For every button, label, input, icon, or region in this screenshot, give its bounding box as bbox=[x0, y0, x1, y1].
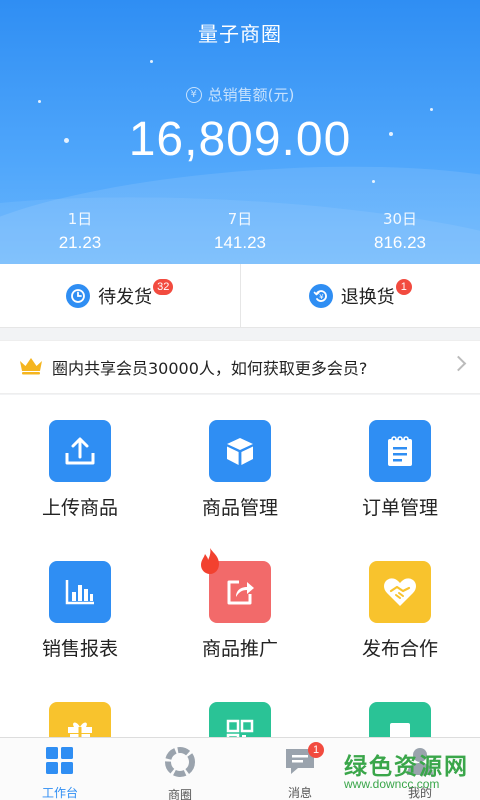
chevron-right-icon bbox=[450, 355, 467, 372]
box-icon bbox=[209, 420, 271, 482]
upload-product-item[interactable]: 上传商品 bbox=[0, 420, 160, 520]
gift-item[interactable] bbox=[0, 702, 160, 737]
tab-messages[interactable]: 1 消息 bbox=[240, 738, 360, 800]
pending-shipment-button[interactable]: 待发货 32 bbox=[0, 264, 240, 327]
square-icon bbox=[369, 702, 431, 737]
member-banner-text: 圈内共享会员30000人，如何获取更多会员? bbox=[52, 359, 368, 378]
crown-icon bbox=[18, 355, 44, 379]
sales-report-label: 销售报表 bbox=[41, 638, 118, 660]
svg-text:¥: ¥ bbox=[319, 293, 324, 301]
watermark-text: 绿色资源网 bbox=[344, 754, 469, 780]
share-icon bbox=[201, 548, 271, 623]
qr-code-item[interactable] bbox=[160, 702, 320, 737]
gift-icon bbox=[49, 702, 111, 737]
order-manage-item[interactable]: 订单管理 bbox=[320, 420, 480, 520]
circle-ring-icon bbox=[164, 746, 196, 782]
period-label: 7日 bbox=[227, 210, 253, 228]
tab-messages-label: 消息 bbox=[287, 786, 312, 800]
hot-fire-icon bbox=[201, 548, 219, 574]
period-7-days[interactable]: 7日 141.23 bbox=[160, 208, 320, 253]
total-sales-label: ¥ 总销售额(元) bbox=[0, 84, 480, 105]
tab-circle[interactable]: 商圈 bbox=[120, 738, 240, 800]
product-manage-label: 商品管理 bbox=[201, 497, 278, 519]
total-sales-label-text: 总销售额(元) bbox=[207, 86, 295, 104]
handshake-heart-icon bbox=[369, 561, 431, 623]
member-banner[interactable]: 圈内共享会员30000人，如何获取更多会员? bbox=[0, 340, 480, 394]
messages-badge: 1 bbox=[308, 742, 324, 758]
period-label: 30日 bbox=[382, 210, 418, 228]
period-value: 816.23 bbox=[374, 233, 426, 252]
product-promote-label: 商品推广 bbox=[201, 638, 278, 660]
period-stats: 1日 21.23 7日 141.23 30日 816.23 bbox=[0, 208, 480, 253]
sales-report-item[interactable]: 销售报表 bbox=[0, 561, 160, 661]
returns-button[interactable]: ¥ 退换货 1 bbox=[239, 264, 480, 327]
upload-icon bbox=[49, 420, 111, 482]
product-manage-item[interactable]: 商品管理 bbox=[160, 420, 320, 520]
cooperate-label: 发布合作 bbox=[361, 638, 438, 660]
yen-icon: ¥ bbox=[185, 86, 202, 103]
star-dot bbox=[430, 108, 433, 111]
pending-count-badge: 32 bbox=[153, 278, 174, 295]
order-manage-label: 订单管理 bbox=[361, 497, 438, 519]
tab-workbench-label: 工作台 bbox=[41, 786, 78, 800]
returns-count-badge: 1 bbox=[395, 278, 412, 295]
period-label: 1日 bbox=[67, 210, 93, 228]
pending-shipment-label: 待发货 bbox=[98, 286, 153, 308]
upload-product-label: 上传商品 bbox=[41, 497, 118, 519]
function-grid: 上传商品 商品管理 订单管理 销售报表 商品推广 发布合作 bbox=[0, 395, 480, 737]
product-promote-item[interactable]: 商品推广 bbox=[160, 548, 320, 661]
period-30-days[interactable]: 30日 816.23 bbox=[320, 208, 480, 253]
star-dot bbox=[150, 60, 153, 63]
clock-icon bbox=[66, 283, 91, 308]
watermark: 绿色资源网 www.downcc.com bbox=[344, 747, 474, 795]
tab-circle-label: 商圈 bbox=[167, 788, 192, 800]
period-1-day[interactable]: 1日 21.23 bbox=[0, 208, 160, 253]
bar-chart-icon bbox=[49, 561, 111, 623]
total-sales-value: 16,809.00 bbox=[128, 113, 352, 166]
watermark-url: www.downcc.com bbox=[344, 777, 440, 791]
star-dot bbox=[372, 180, 375, 183]
return-icon: ¥ bbox=[308, 283, 333, 308]
grid-icon bbox=[45, 746, 75, 780]
order-status-row: 待发货 32 ¥ 退换货 1 bbox=[0, 264, 480, 328]
period-value: 21.23 bbox=[58, 233, 102, 252]
cooperate-item[interactable]: 发布合作 bbox=[320, 561, 480, 661]
period-value: 141.23 bbox=[214, 233, 266, 252]
dashboard-header: 量子商圈 ¥ 总销售额(元) 16,809.00 1日 21.23 7日 141… bbox=[0, 0, 480, 264]
more-item[interactable] bbox=[320, 702, 480, 737]
tab-workbench[interactable]: 工作台 bbox=[0, 738, 120, 800]
qr-code-icon bbox=[209, 702, 271, 737]
app-title: 量子商圈 bbox=[198, 22, 282, 46]
order-list-icon bbox=[369, 420, 431, 482]
returns-label: 退换货 bbox=[340, 286, 395, 308]
